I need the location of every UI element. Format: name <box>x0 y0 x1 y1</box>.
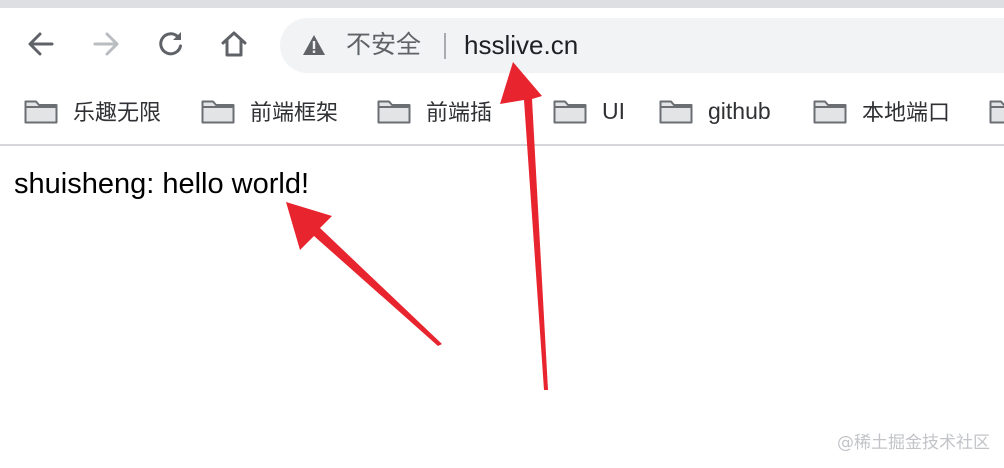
page-content: shuisheng: hello world! <box>0 146 1004 468</box>
home-button[interactable] <box>214 24 254 64</box>
browser-toolbar: 不安全 hsslive.cn <box>0 8 1004 82</box>
bookmark-folder-4[interactable]: UI <box>553 94 625 128</box>
bookmark-label: github <box>708 97 771 124</box>
folder-icon <box>377 100 411 124</box>
folder-icon <box>201 100 235 124</box>
reload-icon <box>159 32 182 56</box>
bookmark-label: 本地端口 <box>862 101 951 126</box>
window-top-strip <box>0 0 1004 8</box>
folder-icon <box>24 100 58 124</box>
bookmark-label: 前端框架 <box>250 101 339 126</box>
folder-icon <box>659 100 693 124</box>
bookmarks-bar: 乐趣无限 前端框架 前端插 UI github 本地端口 <box>0 82 1004 144</box>
bookmark-label: 前端插 <box>426 101 493 126</box>
home-icon <box>221 31 247 57</box>
bookmark-folder-2[interactable]: 前端框架 <box>201 94 338 128</box>
folder-icon <box>553 100 587 124</box>
bookmark-folder-5[interactable]: github <box>659 94 771 128</box>
bookmark-label: UI <box>602 97 625 124</box>
folder-icon <box>813 100 847 124</box>
forward-button[interactable] <box>86 24 126 64</box>
watermark: @稀土掘金技术社区 <box>837 433 990 453</box>
bookmark-folder-3[interactable]: 前端插 <box>377 94 492 128</box>
url-text[interactable]: hsslive.cn <box>464 28 578 62</box>
bookmark-folder-overflow[interactable] <box>989 94 1004 128</box>
omnibox-separator <box>444 33 446 59</box>
back-button[interactable] <box>21 24 61 64</box>
page-body-text: shuisheng: hello world! <box>14 168 310 200</box>
bookmark-folder-6[interactable]: 本地端口 <box>813 94 950 128</box>
reload-button[interactable] <box>151 24 191 64</box>
arrow-left-icon <box>28 32 54 56</box>
address-bar[interactable]: 不安全 hsslive.cn <box>280 18 1004 73</box>
folder-icon <box>989 100 1004 124</box>
bookmark-label: 乐趣无限 <box>73 101 162 126</box>
bookmark-folder-1[interactable]: 乐趣无限 <box>24 94 161 128</box>
arrow-right-icon <box>93 32 119 56</box>
warning-triangle-icon[interactable] <box>302 34 326 56</box>
security-status-label[interactable]: 不安全 <box>346 28 421 62</box>
